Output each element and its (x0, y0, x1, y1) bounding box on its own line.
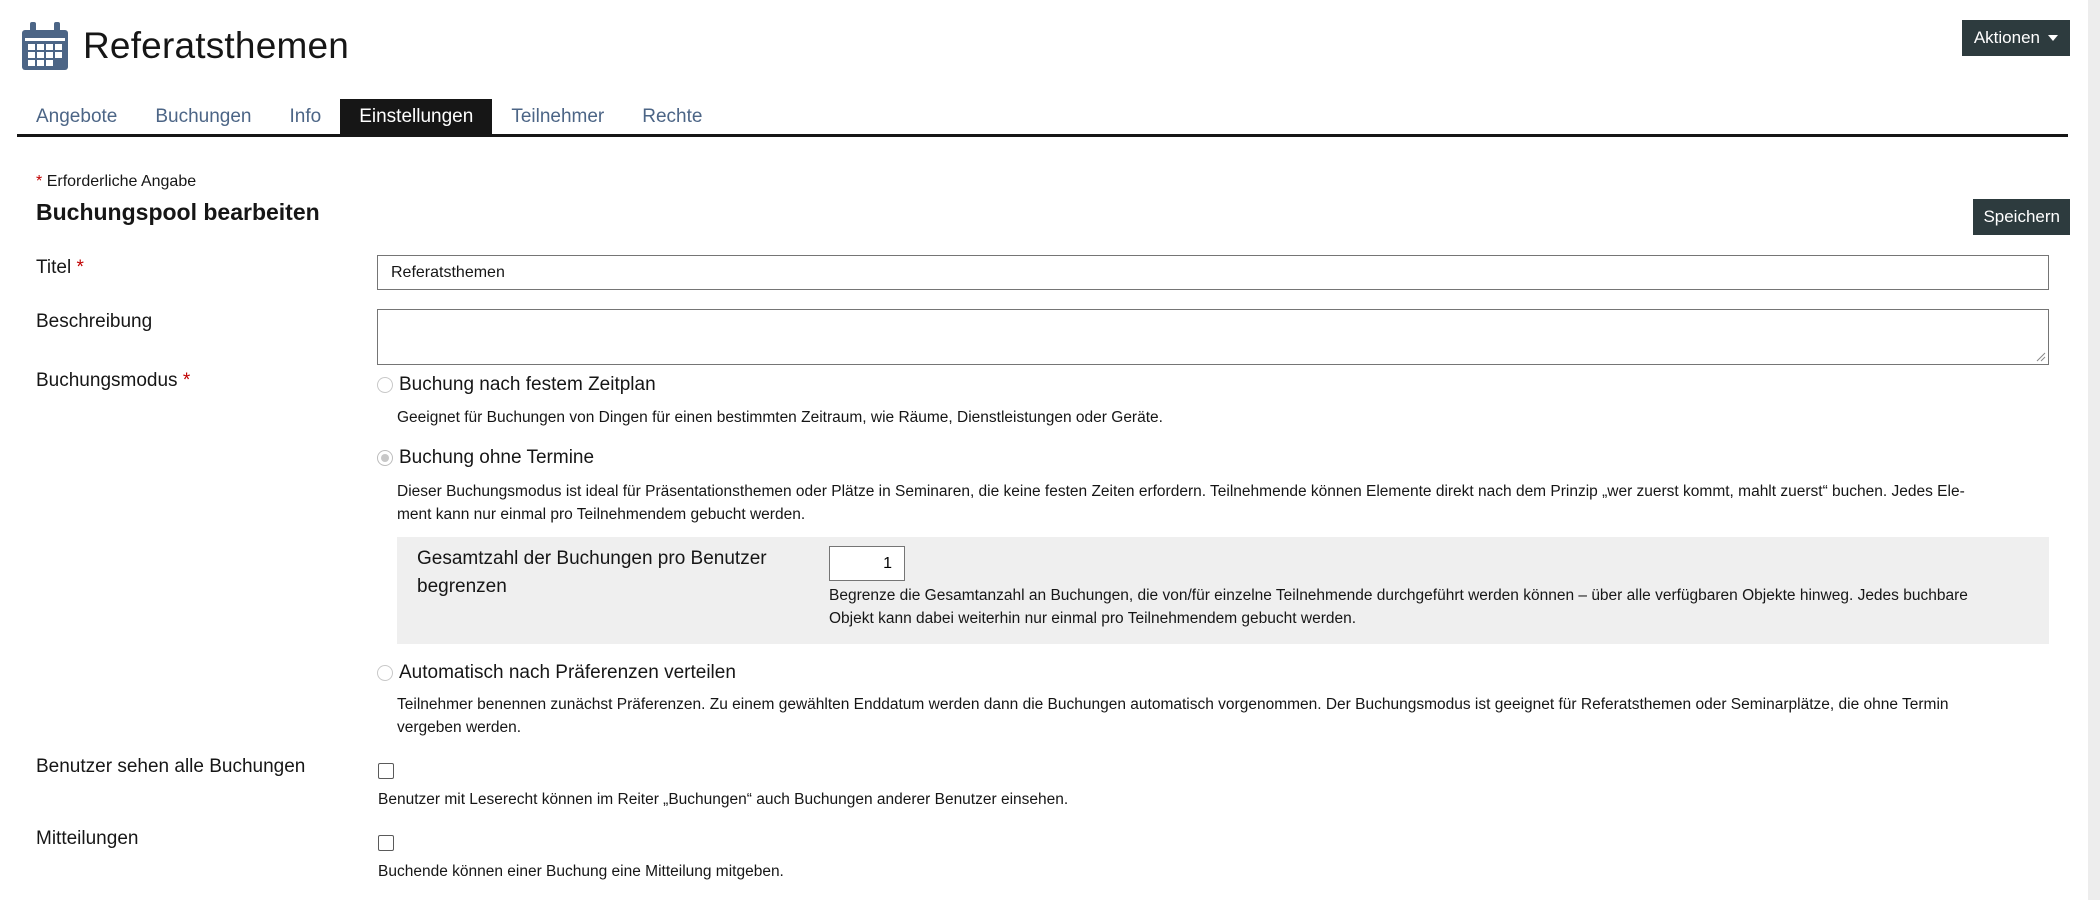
caret-down-icon (2048, 35, 2058, 41)
radio-ohne-termine-label[interactable]: Buchung ohne Termine (399, 447, 594, 469)
titel-label: Titel * (36, 257, 84, 279)
mitteilungen-help: Buchende können einer Buchung eine Mitte… (378, 863, 784, 880)
required-note-text: Erforderliche Angabe (46, 173, 197, 190)
radio-option-praeferenzen[interactable]: Automatisch nach Präferenzen verteilen (377, 662, 736, 684)
booking-limit-help-line2: Objekt kann dabei weiterhin nur einmal p… (829, 610, 1357, 627)
tab-info[interactable]: Info (271, 99, 341, 134)
radio-zeitplan-help: Geeignet für Buchungen von Dingen für ei… (397, 409, 1163, 426)
booking-limit-help: Begrenze die Gesamtanzahl an Buchungen, … (829, 584, 2029, 630)
booking-limit-label: Gesamtzahl der Buchungen pro Benutzer be… (417, 545, 777, 601)
radio-option-zeitplan[interactable]: Buchung nach festem Zeitplan (377, 374, 656, 396)
booking-limit-label-line1: Gesamtzahl der Buchungen pro Benutzer (417, 548, 767, 569)
radio-ohne-termine-help-line2: ment kann nur einmal pro Teilnehmendem g… (397, 506, 806, 523)
required-star: * (36, 173, 43, 190)
tab-rechte[interactable]: Rechte (623, 99, 721, 134)
titel-input[interactable] (377, 255, 2049, 290)
tab-einstellungen[interactable]: Einstellungen (340, 99, 493, 134)
form-title: Buchungspool bearbeiten (36, 199, 320, 225)
resize-grip-icon[interactable] (2036, 352, 2046, 362)
radio-ohne-termine-help-line1: Dieser Buchungsmodus ist ideal für Präse… (397, 483, 1965, 500)
booking-limit-help-line1: Begrenze die Gesamtanzahl an Buchungen, … (829, 587, 1968, 604)
radio-zeitplan-label[interactable]: Buchung nach festem Zeitplan (399, 374, 656, 396)
titel-required-star: * (76, 257, 84, 278)
radio-ohne-termine-help: Dieser Buchungsmodus ist ideal für Präse… (397, 480, 2057, 526)
page-title: Referatsthemen (83, 25, 350, 66)
radio-ohne-termine[interactable] (377, 450, 393, 466)
actions-dropdown-button[interactable]: Aktionen (1961, 20, 2070, 56)
radio-praeferenzen[interactable] (377, 665, 393, 681)
tab-buchungen[interactable]: Buchungen (136, 99, 270, 134)
radio-praeferenzen-help: Teilnehmer benennen zunächst Präferenzen… (397, 693, 2057, 739)
buchungsmodus-required-star: * (182, 370, 191, 391)
radio-praeferenzen-help-line1: Teilnehmer benennen zunächst Präferenzen… (397, 696, 1949, 713)
calendar-icon (22, 22, 68, 70)
required-note: * Erforderliche Angabe (36, 173, 196, 191)
mitteilungen-checkbox[interactable] (378, 835, 394, 851)
titel-label-text: Titel (36, 257, 72, 278)
tab-angebote[interactable]: Angebote (17, 99, 136, 134)
vertical-scrollbar[interactable] (2088, 0, 2100, 900)
page-header: Referatsthemen (22, 20, 349, 72)
actions-label: Aktionen (1973, 28, 2040, 47)
booking-limit-input[interactable] (829, 546, 905, 581)
booking-limit-label-line2: begrenzen (417, 576, 507, 597)
beschreibung-label: Beschreibung (36, 311, 153, 332)
benutzer-sehen-checkbox[interactable] (378, 763, 394, 779)
buchungsmodus-label-text: Buchungsmodus (36, 370, 178, 391)
mitteilungen-label: Mitteilungen (36, 828, 139, 849)
tab-bar: Angebote Buchungen Info Einstellungen Te… (17, 99, 2068, 137)
radio-praeferenzen-label[interactable]: Automatisch nach Präferenzen verteilen (399, 662, 736, 684)
booking-limit-panel: Gesamtzahl der Buchungen pro Benutzer be… (397, 537, 2049, 644)
buchungsmodus-label: Buchungsmodus * (36, 370, 190, 392)
benutzer-sehen-label: Benutzer sehen alle Buchungen (36, 756, 306, 777)
benutzer-sehen-help: Benutzer mit Leserecht können im Reiter … (378, 791, 1069, 808)
beschreibung-textarea[interactable] (377, 309, 2049, 365)
radio-zeitplan[interactable] (377, 377, 393, 393)
save-button[interactable]: Speichern (1973, 199, 2070, 235)
radio-praeferenzen-help-line2: vergeben werden. (397, 719, 522, 736)
radio-option-ohne-termine[interactable]: Buchung ohne Termine (377, 447, 594, 469)
tab-teilnehmer[interactable]: Teilnehmer (492, 99, 623, 134)
